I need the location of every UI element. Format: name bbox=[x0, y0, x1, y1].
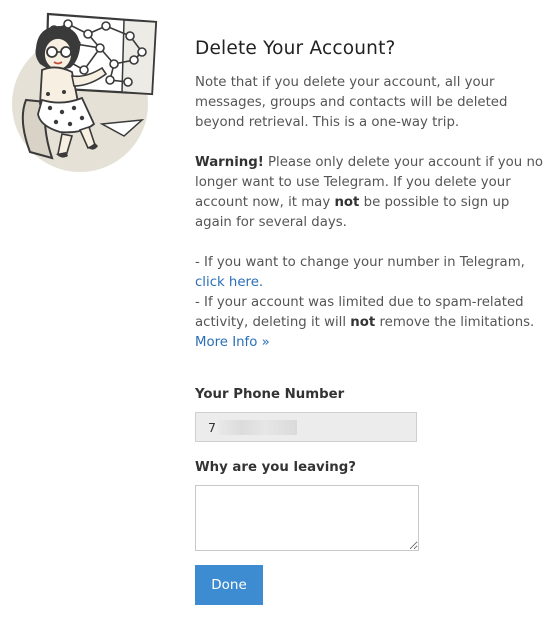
spam-info-not: not bbox=[350, 315, 376, 330]
more-info-link[interactable]: More Info » bbox=[195, 335, 270, 350]
phone-number-label: Your Phone Number bbox=[195, 387, 345, 402]
change-number-text: - If you want to change your number in T… bbox=[195, 253, 545, 293]
click-here-link[interactable]: click here. bbox=[195, 275, 263, 290]
delete-account-panel: Delete Your Account? Note that if you de… bbox=[195, 38, 545, 605]
reason-textarea[interactable] bbox=[195, 485, 419, 551]
telegram-girl-map-icon bbox=[6, 8, 166, 176]
change-number-label: - If you want to change your number in T… bbox=[195, 255, 525, 270]
spam-info-text: - If your account was limited due to spa… bbox=[195, 293, 545, 353]
warning-not: not bbox=[334, 195, 360, 210]
warning-label: Warning! bbox=[195, 155, 264, 170]
reason-label: Why are you leaving? bbox=[195, 460, 356, 475]
phone-number-value: 7 bbox=[208, 419, 216, 435]
spam-info-part2: remove the limitations. bbox=[375, 315, 535, 330]
phone-number-redacted bbox=[218, 420, 297, 435]
page-title: Delete Your Account? bbox=[195, 38, 396, 59]
phone-number-field[interactable]: 7 bbox=[195, 412, 417, 442]
intro-text: Note that if you delete your account, al… bbox=[195, 75, 508, 130]
warning-text: Warning! Please only delete your account… bbox=[195, 153, 545, 233]
done-button[interactable]: Done bbox=[195, 565, 263, 605]
